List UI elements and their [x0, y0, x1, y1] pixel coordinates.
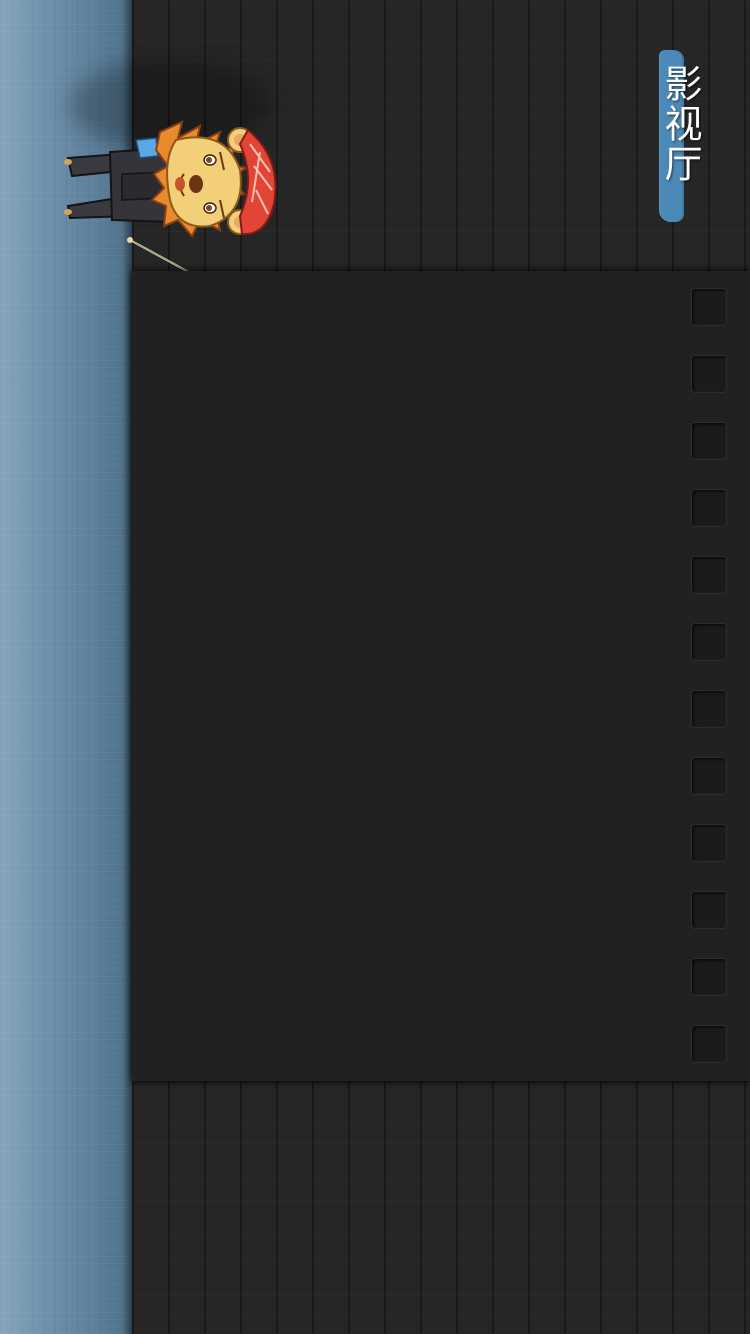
film-sprocket-hole [691, 355, 727, 393]
film-sprocket-hole [691, 824, 727, 862]
film-sprocket-hole [691, 623, 727, 661]
film-sprocket-hole [691, 556, 727, 594]
film-sprocket-hole [691, 1025, 727, 1063]
film-sprocket-hole [691, 757, 727, 795]
lion-conductor-mascot-icon [60, 118, 280, 288]
film-sprocket-hole [691, 958, 727, 996]
film-strip-panel [132, 271, 750, 1081]
screen: 影视厅 [0, 0, 750, 1334]
page-title: 影视厅 [658, 64, 702, 184]
film-sprocket-hole [691, 288, 727, 326]
page-title-tag: 影视厅 [658, 50, 702, 222]
film-sprocket-hole [691, 690, 727, 728]
film-sprocket-hole [691, 422, 727, 460]
film-sprocket-hole [691, 489, 727, 527]
film-sprocket-hole [691, 891, 727, 929]
